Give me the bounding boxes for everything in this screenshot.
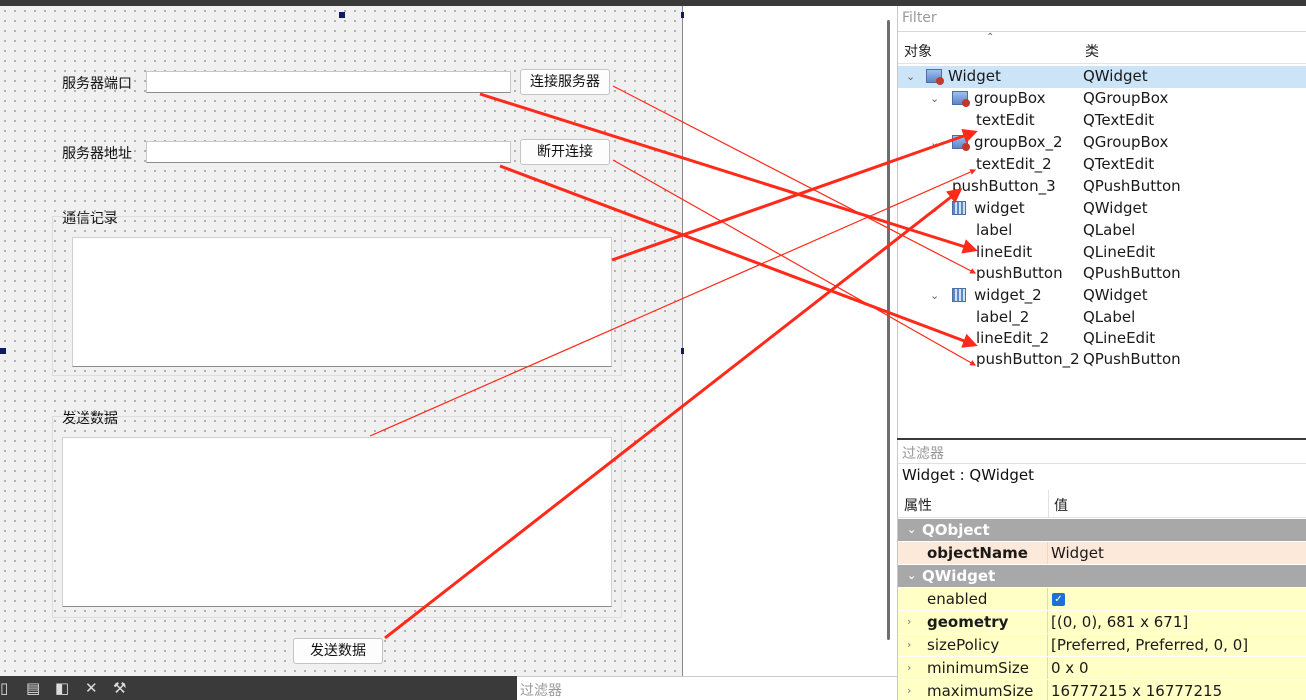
- arrow-sendbtn-to-pushbutton3: [384, 188, 963, 640]
- arrow-address-to-lineedit2: [499, 164, 978, 348]
- arrow-send-to-textedit2: [369, 169, 977, 437]
- annotation-arrows: [369, 85, 978, 640]
- arrow-connect-to-pushbutton: [612, 85, 977, 274]
- arrow-disconnect-to-pushbutton2: [612, 159, 977, 366]
- designer-root: { "form": { "port_label": "服务器端口", "conn…: [0, 0, 1306, 700]
- arrow-port-to-lineedit: [479, 92, 978, 254]
